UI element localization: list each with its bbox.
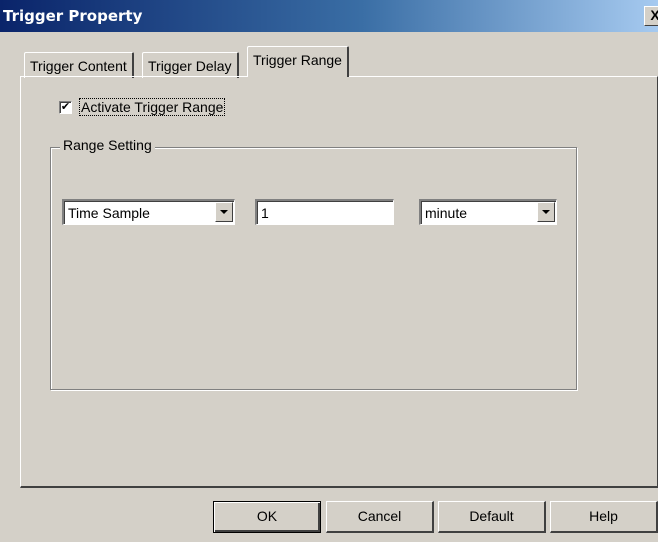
tab-trigger-delay[interactable]: Trigger Delay	[142, 52, 239, 78]
cancel-button[interactable]: Cancel	[326, 501, 434, 533]
title-bar: Trigger Property X	[0, 0, 658, 32]
help-button[interactable]: Help	[550, 501, 658, 533]
default-button[interactable]: Default	[438, 501, 546, 533]
tab-trigger-content[interactable]: Trigger Content	[24, 52, 134, 78]
tab-label: Trigger Range	[253, 52, 342, 68]
close-button[interactable]: X	[644, 6, 658, 26]
window-title: Trigger Property	[3, 7, 143, 25]
tab-label: Trigger Content	[30, 58, 127, 74]
tab-label: Trigger Delay	[148, 58, 232, 74]
ok-button[interactable]: OK	[213, 501, 321, 533]
close-icon: X	[650, 7, 658, 23]
tab-panel	[20, 76, 658, 488]
tab-trigger-range[interactable]: Trigger Range	[247, 46, 349, 77]
